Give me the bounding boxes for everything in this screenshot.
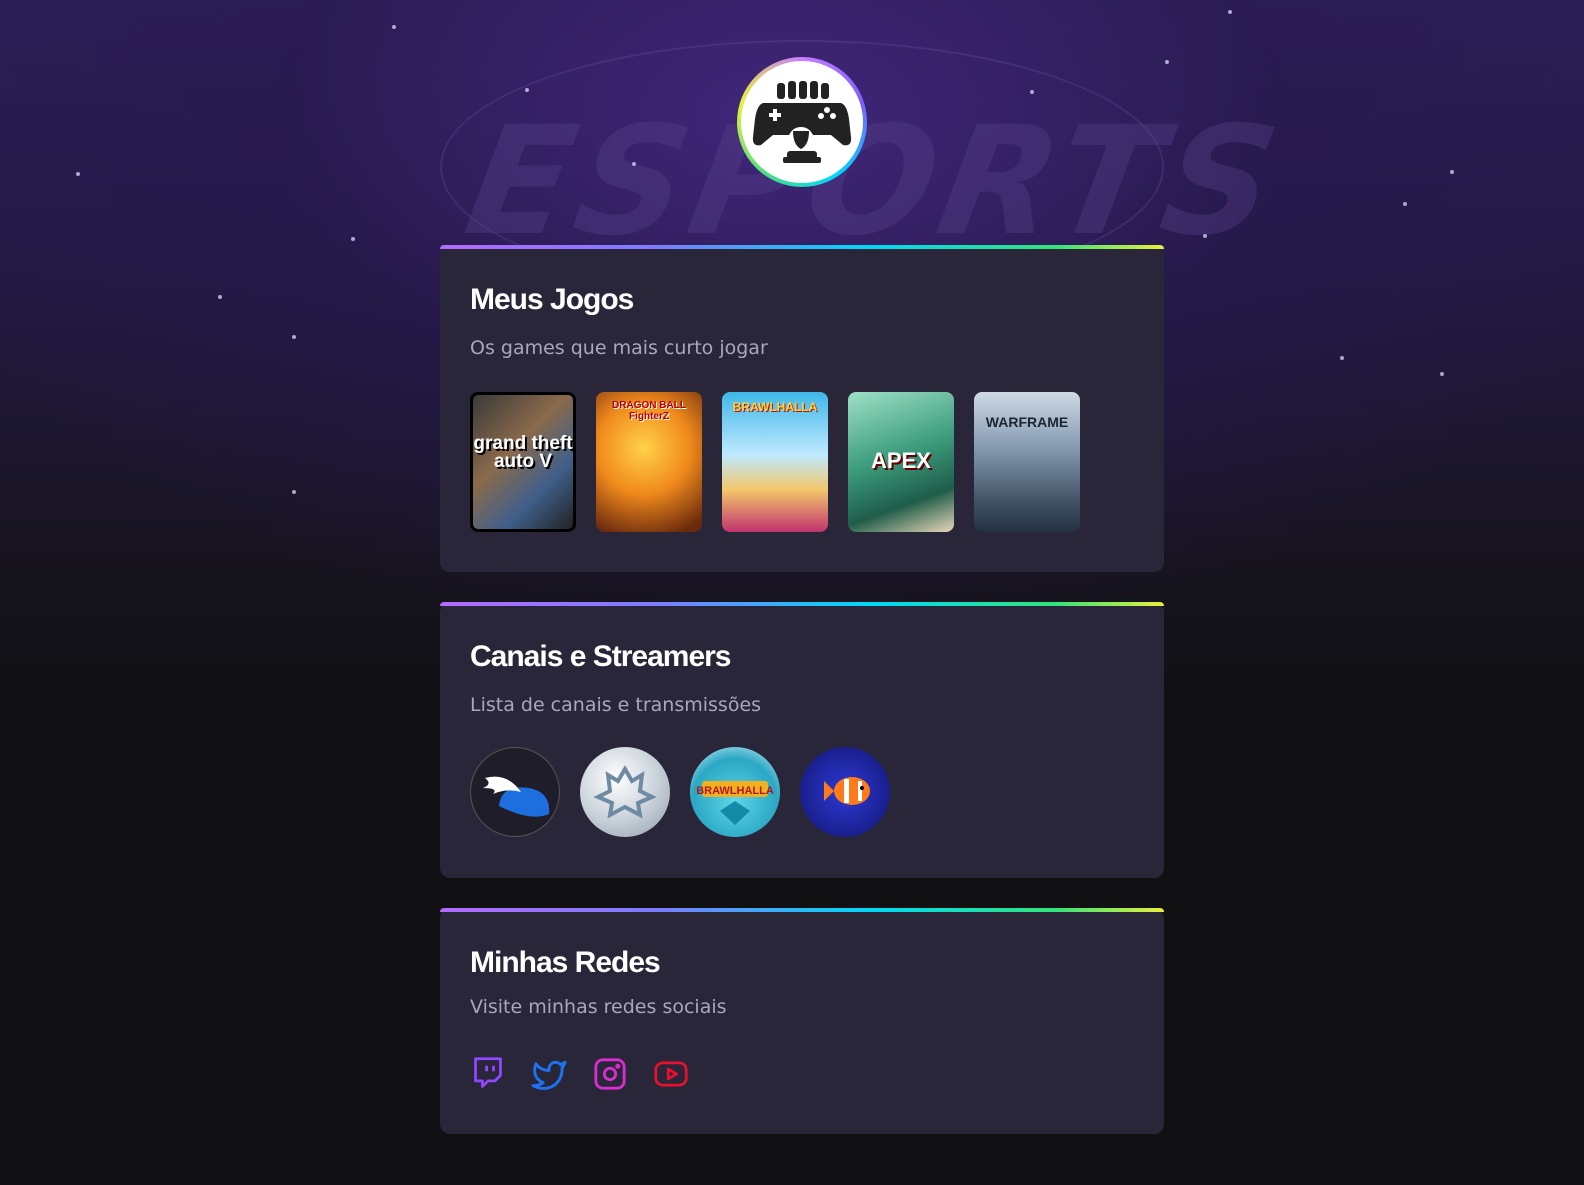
channel-avatar-brawlhalla[interactable]: BRAWLHALLA xyxy=(690,747,780,837)
channel-avatar-winged-helmet[interactable] xyxy=(470,747,560,837)
star xyxy=(1165,60,1169,64)
youtube-icon xyxy=(654,1061,688,1087)
twitter-link[interactable] xyxy=(531,1056,567,1092)
clownfish-icon xyxy=(824,777,870,805)
game-cover-text: grand theft auto V xyxy=(473,433,573,472)
channel-avatar-clownfish[interactable] xyxy=(800,747,890,837)
star xyxy=(1340,356,1344,360)
game-cover-text: BRAWLHALLA xyxy=(732,400,818,414)
star xyxy=(632,162,636,166)
star xyxy=(1440,372,1444,376)
games-list: grand theft auto V DRAGON BALL FighterZ … xyxy=(470,392,1080,532)
games-subtitle: Os games que mais curto jogar xyxy=(470,337,768,359)
channels-subtitle: Lista de canais e transmissões xyxy=(470,694,762,716)
socials-title: Minhas Redes xyxy=(470,946,661,979)
star xyxy=(351,237,355,241)
game-cover-text: APEX xyxy=(871,448,931,473)
game-cover-text: DRAGON BALL FighterZ xyxy=(612,400,686,422)
star xyxy=(525,88,529,92)
star xyxy=(1203,234,1207,238)
channels-list: BRAWLHALLA xyxy=(470,747,890,837)
twitch-icon xyxy=(474,1057,502,1088)
warframe-logo-icon xyxy=(593,765,657,819)
channels-card: Canais e Streamers Lista de canais e tra… xyxy=(440,602,1164,878)
game-cover-dragon-ball-fighterz[interactable]: DRAGON BALL FighterZ xyxy=(596,392,702,532)
youtube-link[interactable] xyxy=(653,1056,689,1092)
instagram-icon xyxy=(594,1058,626,1090)
game-cover-warframe[interactable]: WARFRAME xyxy=(974,392,1080,532)
socials-subtitle: Visite minhas redes sociais xyxy=(470,996,727,1018)
star xyxy=(1403,202,1407,206)
channel-avatar-warframe[interactable] xyxy=(580,747,670,837)
star xyxy=(1228,10,1232,14)
games-title: Meus Jogos xyxy=(470,283,634,316)
star xyxy=(292,490,296,494)
winged-helmet-icon xyxy=(483,776,550,817)
star xyxy=(218,295,222,299)
twitch-link[interactable] xyxy=(470,1056,506,1092)
star xyxy=(76,172,80,176)
gamepad-trophy-icon xyxy=(752,81,852,163)
game-cover-brawlhalla[interactable]: BRAWLHALLA xyxy=(722,392,828,532)
star xyxy=(392,25,396,29)
brawlhalla-logo-icon: BRAWLHALLA xyxy=(696,781,774,825)
profile-avatar xyxy=(737,57,867,187)
game-cover-text: WARFRAME xyxy=(985,414,1069,430)
twitter-icon xyxy=(531,1060,567,1090)
socials-card: Minhas Redes Visite minhas redes sociais xyxy=(440,908,1164,1134)
star xyxy=(1030,90,1034,94)
star xyxy=(292,335,296,339)
star xyxy=(1450,170,1454,174)
social-links xyxy=(470,1056,689,1092)
background-wordmark: ESPORTS xyxy=(454,95,1295,269)
svg-text:BRAWLHALLA: BRAWLHALLA xyxy=(696,785,774,797)
game-cover-gta-v[interactable]: grand theft auto V xyxy=(470,392,576,532)
game-cover-apex-legends[interactable]: APEX xyxy=(848,392,954,532)
channels-title: Canais e Streamers xyxy=(470,640,731,673)
games-card: Meus Jogos Os games que mais curto jogar… xyxy=(440,245,1164,572)
instagram-link[interactable] xyxy=(592,1056,628,1092)
